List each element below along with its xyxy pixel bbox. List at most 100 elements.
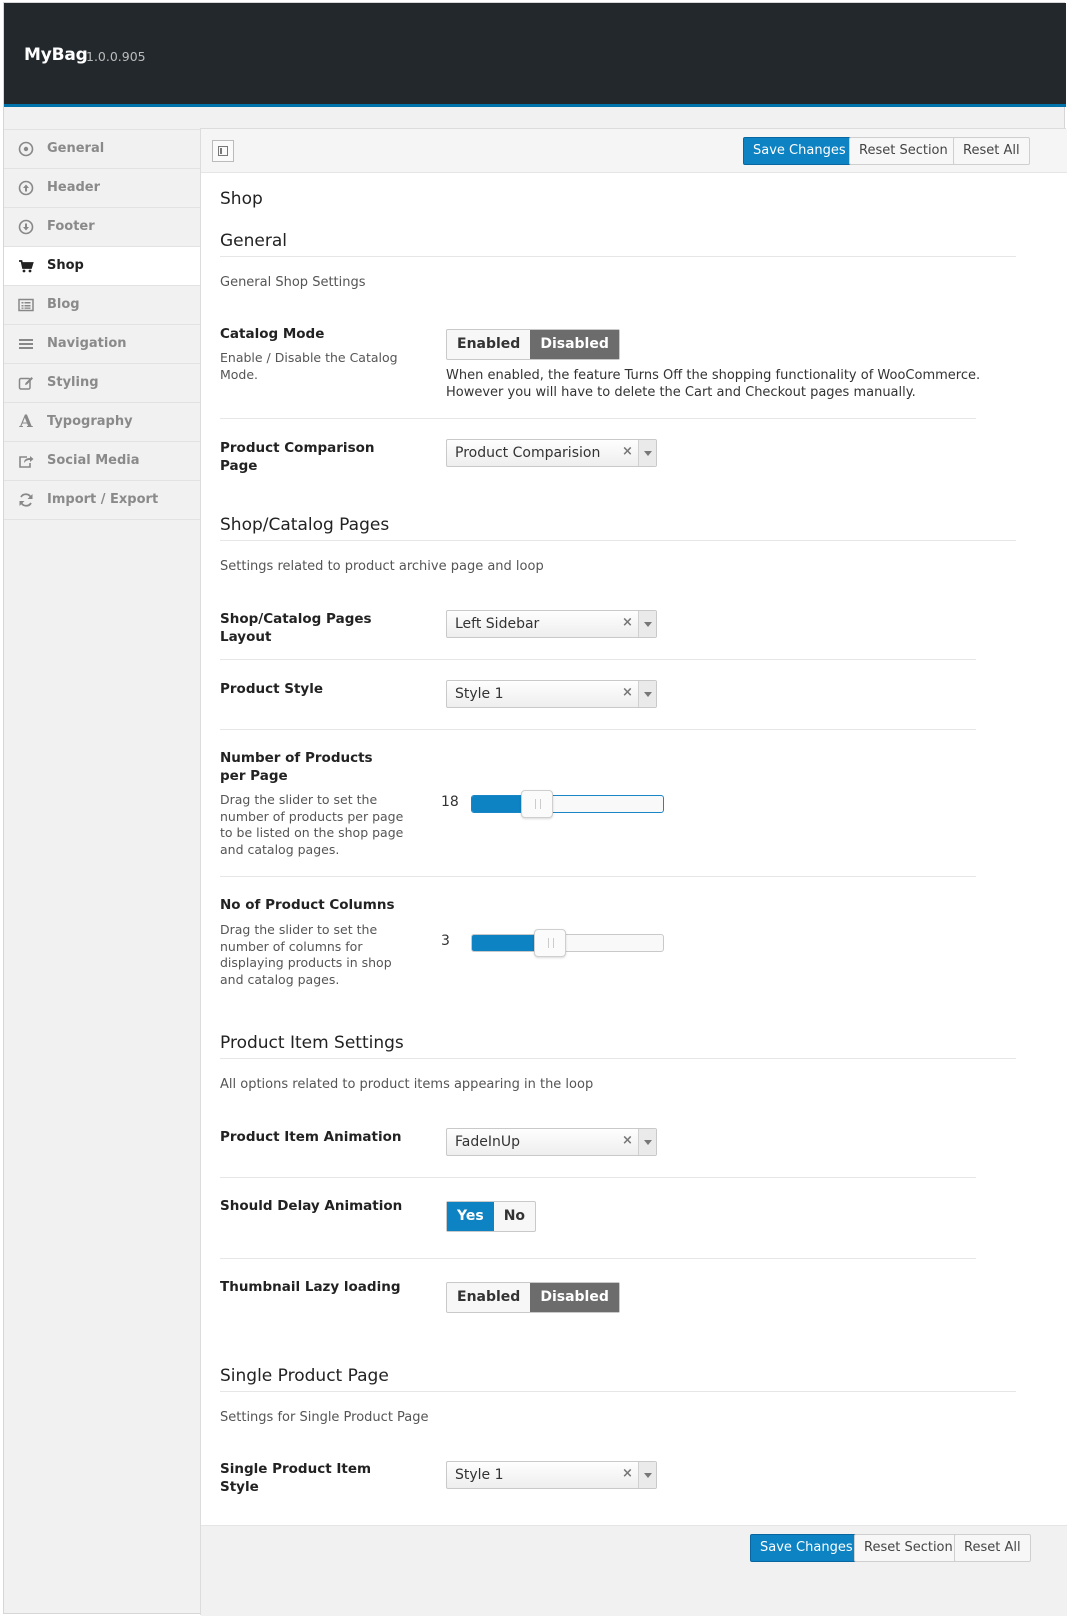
catalog-mode-help-line-1: When enabled, the feature Turns Off the … (446, 368, 981, 383)
sidebar: General Header Footer Shop Blog Navigati… (4, 129, 200, 520)
clear-icon[interactable]: × (622, 1133, 633, 1148)
page-title: Shop (220, 189, 263, 209)
sidebar-item-label: Footer (47, 219, 95, 234)
products-per-page-label: Number of Products per Page (220, 750, 373, 784)
delay-animation-label: Should Delay Animation (220, 1198, 403, 1214)
delay-animation-no-option[interactable]: No (494, 1202, 535, 1231)
product-style-select[interactable]: Style 1 × (446, 680, 657, 708)
sidebar-item-label: General (47, 141, 105, 156)
sidebar-item-footer[interactable]: Footer (4, 208, 200, 247)
select-value: Left Sidebar (455, 616, 540, 632)
section-description: All options related to product items app… (220, 1077, 594, 1092)
item-animation-select[interactable]: FadeInUp × (446, 1128, 657, 1156)
sidebar-item-label: Shop (47, 258, 84, 273)
reset-all-button[interactable]: Reset All (954, 1534, 1031, 1562)
main-panel: Save Changes Reset Section Reset All Sho… (200, 128, 1067, 1616)
reset-section-button[interactable]: Reset Section (849, 137, 958, 165)
chevron-down-icon[interactable] (638, 681, 656, 707)
clear-icon[interactable]: × (622, 685, 633, 700)
list-box-icon (18, 297, 34, 313)
sidebar-item-header[interactable]: Header (4, 169, 200, 208)
top-bar: MyBag 1.0.0.905 (4, 3, 1066, 107)
sidebar-item-label: Typography (47, 414, 133, 429)
slider-handle[interactable] (521, 790, 553, 818)
section-divider (220, 256, 1016, 257)
cart-icon (18, 258, 34, 274)
refresh-icon (18, 492, 34, 508)
font-icon: A (19, 412, 33, 432)
single-item-style-label: Single Product Item Style (220, 1461, 372, 1495)
sidebar-item-general[interactable]: General (4, 130, 200, 169)
product-columns-label: No of Product Columns (220, 897, 395, 913)
save-changes-button[interactable]: Save Changes (750, 1534, 863, 1562)
product-columns-slider[interactable] (471, 929, 664, 957)
catalog-mode-disabled-option[interactable]: Disabled (530, 330, 619, 359)
product-columns-description: Drag the slider to set the number of col… (220, 922, 392, 987)
row-divider (220, 729, 976, 730)
chevron-down-icon[interactable] (638, 611, 656, 637)
row-divider (220, 418, 976, 419)
sidebar-item-label: Header (47, 180, 101, 195)
clear-icon[interactable]: × (622, 615, 633, 630)
sidebar-item-navigation[interactable]: Navigation (4, 325, 200, 364)
section-description: General Shop Settings (220, 275, 366, 290)
sidebar-item-label: Import / Export (47, 492, 159, 507)
catalog-mode-label: Catalog Mode (220, 326, 325, 342)
lazy-loading-switch: Enabled Disabled (446, 1282, 620, 1313)
section-description: Settings related to product archive page… (220, 559, 544, 574)
products-per-page-description: Drag the slider to set the number of pro… (220, 792, 404, 857)
sidebar-item-label: Styling (47, 375, 99, 390)
chevron-down-icon[interactable] (638, 1129, 656, 1155)
sidebar-item-social-media[interactable]: Social Media (4, 442, 200, 481)
version-label: 1.0.0.905 (86, 49, 146, 64)
section-title-single-product: Single Product Page (220, 1366, 389, 1386)
select-value: Style 1 (455, 686, 504, 702)
row-divider (220, 659, 976, 660)
product-comparison-select[interactable]: Product Comparision × (446, 439, 657, 467)
section-title-general: General (220, 231, 287, 251)
bottom-toolbar: Save Changes Reset Section Reset All (201, 1525, 1067, 1616)
chevron-down-icon[interactable] (638, 1462, 656, 1488)
sidebar-item-label: Social Media (47, 453, 140, 468)
select-value: Style 1 (455, 1467, 504, 1483)
lazy-loading-enabled-option[interactable]: Enabled (447, 1283, 530, 1312)
expand-icon (218, 146, 228, 156)
single-item-style-select[interactable]: Style 1 × (446, 1461, 657, 1489)
select-value: Product Comparision (455, 445, 601, 461)
select-value: FadeInUp (455, 1134, 520, 1150)
catalog-mode-help-line-2: However you will have to delete the Cart… (446, 385, 916, 400)
catalog-mode-enabled-option[interactable]: Enabled (447, 330, 530, 359)
section-title-product-item: Product Item Settings (220, 1033, 404, 1053)
sidebar-item-blog[interactable]: Blog (4, 286, 200, 325)
expand-options-button[interactable] (212, 140, 234, 162)
lazy-loading-disabled-option[interactable]: Disabled (530, 1283, 619, 1312)
delay-animation-yes-option[interactable]: Yes (447, 1202, 494, 1231)
slider-handle[interactable] (534, 929, 566, 957)
section-divider (220, 540, 1016, 541)
sidebar-item-label: Blog (47, 297, 80, 312)
sidebar-item-shop[interactable]: Shop (4, 247, 200, 286)
item-animation-label: Product Item Animation (220, 1129, 402, 1145)
row-divider (220, 1258, 976, 1259)
catalog-layout-select[interactable]: Left Sidebar × (446, 610, 657, 638)
reset-section-button[interactable]: Reset Section (854, 1534, 963, 1562)
product-style-label: Product Style (220, 681, 324, 697)
chevron-down-icon[interactable] (638, 440, 656, 466)
sidebar-item-typography[interactable]: A Typography (4, 403, 200, 442)
save-changes-button[interactable]: Save Changes (743, 137, 856, 165)
arrow-down-circle-icon (18, 219, 34, 235)
section-title-shop-catalog: Shop/Catalog Pages (220, 515, 390, 535)
sidebar-item-import-export[interactable]: Import / Export (4, 481, 200, 520)
sidebar-item-styling[interactable]: Styling (4, 364, 200, 403)
clear-icon[interactable]: × (622, 444, 633, 459)
row-divider (220, 876, 976, 877)
product-comparison-label: Product Comparison Page (220, 440, 375, 474)
catalog-layout-label: Shop/Catalog Pages Layout (220, 611, 372, 645)
top-toolbar: Save Changes Reset Section Reset All (201, 129, 1067, 173)
reset-all-button[interactable]: Reset All (953, 137, 1030, 165)
brand-title: MyBag (24, 45, 88, 65)
menu-icon (18, 336, 34, 352)
sidebar-item-label: Navigation (47, 336, 127, 351)
clear-icon[interactable]: × (622, 1466, 633, 1481)
products-per-page-slider[interactable] (471, 790, 664, 818)
